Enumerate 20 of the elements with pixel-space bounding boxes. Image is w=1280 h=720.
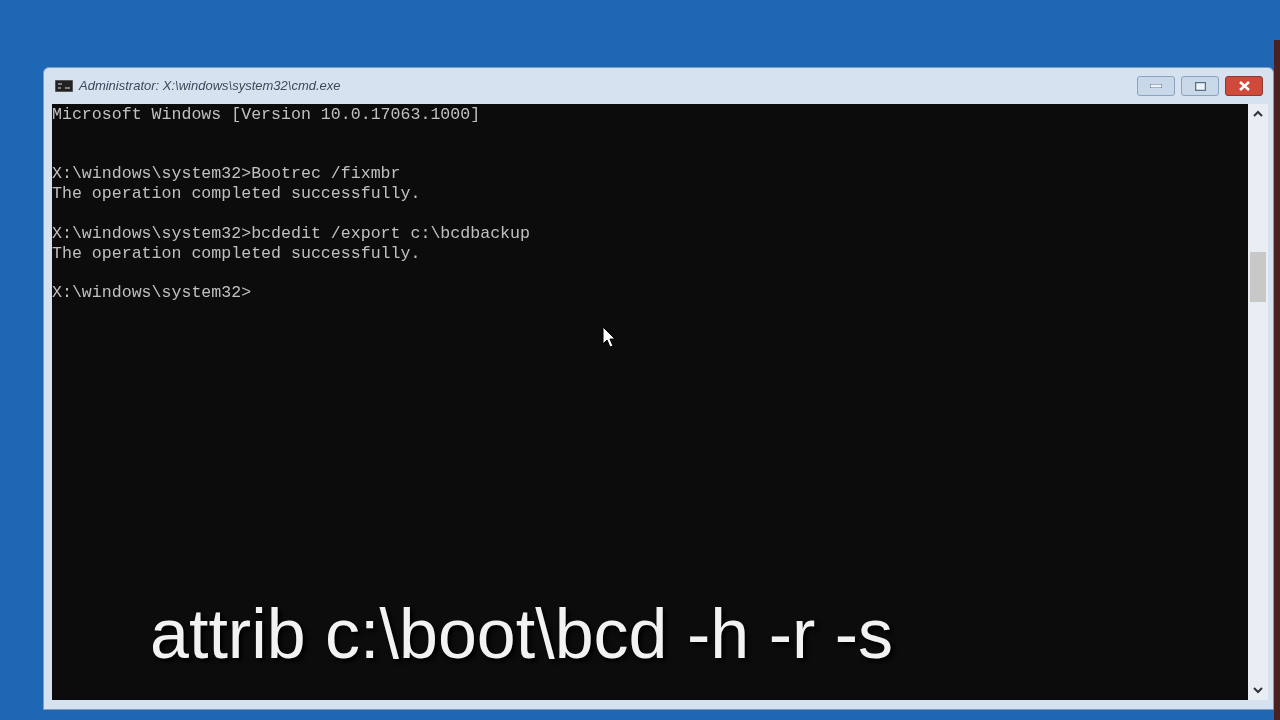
window-title: Administrator: X:\windows\system32\cmd.exe (79, 77, 341, 96)
console-line: X:\windows\system32> (52, 283, 252, 303)
console-line: The operation completed successfully. (52, 243, 421, 263)
vertical-scrollbar[interactable] (1248, 104, 1268, 700)
console-line: X:\windows\system32>bcdedit /export c:\bcdbackup (52, 223, 530, 243)
scroll-up-icon[interactable] (1253, 110, 1263, 117)
console-line: Microsoft Windows [Version 10.0.17063.1000] (52, 105, 481, 124)
scrollbar-thumb[interactable] (1250, 252, 1266, 302)
minimize-icon (1150, 84, 1162, 88)
maximize-icon (1194, 81, 1206, 91)
mouse-pointer-icon (602, 326, 616, 348)
console-icon (55, 80, 73, 92)
maximize-button[interactable] (1181, 76, 1219, 96)
minimize-button[interactable] (1137, 76, 1175, 96)
video-caption: attrib c:\boot\bcd -h -r -s (150, 594, 894, 674)
console-line: The operation completed successfully. (52, 184, 421, 204)
scroll-down-icon[interactable] (1253, 687, 1263, 694)
console-line: X:\windows\system32>Bootrec /fixmbr (52, 164, 401, 184)
close-button[interactable] (1225, 76, 1263, 96)
close-icon (1238, 81, 1250, 91)
